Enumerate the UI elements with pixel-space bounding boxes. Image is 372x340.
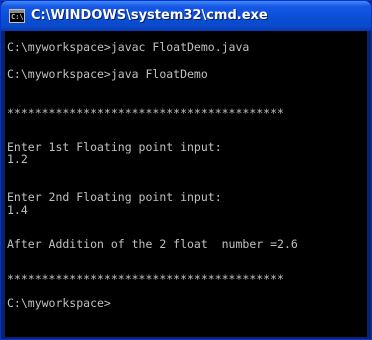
separator-line: **************************************** (7, 106, 284, 120)
title-bar[interactable]: C:\ C:\WINDOWS\system32\cmd.exe (1, 1, 371, 31)
window-title: C:\WINDOWS\system32\cmd.exe (31, 8, 268, 23)
console-output[interactable]: C:\myworkspace>javac FloatDemo.java C:\m… (5, 31, 367, 337)
cmd-window: C:\ C:\WINDOWS\system32\cmd.exe C:\mywor… (0, 0, 372, 340)
prompt-line[interactable]: C:\myworkspace> (7, 297, 111, 310)
console-line: 1.4 (7, 203, 28, 217)
console-line: C:\myworkspace>javac FloatDemo.java (7, 40, 250, 54)
console-line: Enter 1st Floating point input: (7, 140, 222, 154)
result-line: After Addition of the 2 float number =2.… (7, 237, 298, 251)
console-line: Enter 2nd Floating point input: (7, 190, 222, 204)
separator-line: **************************************** (7, 272, 284, 286)
command-prompt-icon[interactable]: C:\ (9, 9, 25, 23)
console-line: C:\myworkspace>java FloatDemo (7, 67, 208, 81)
console-line: 1.2 (7, 152, 28, 166)
app-icon-glyph: C:\ (11, 13, 24, 21)
